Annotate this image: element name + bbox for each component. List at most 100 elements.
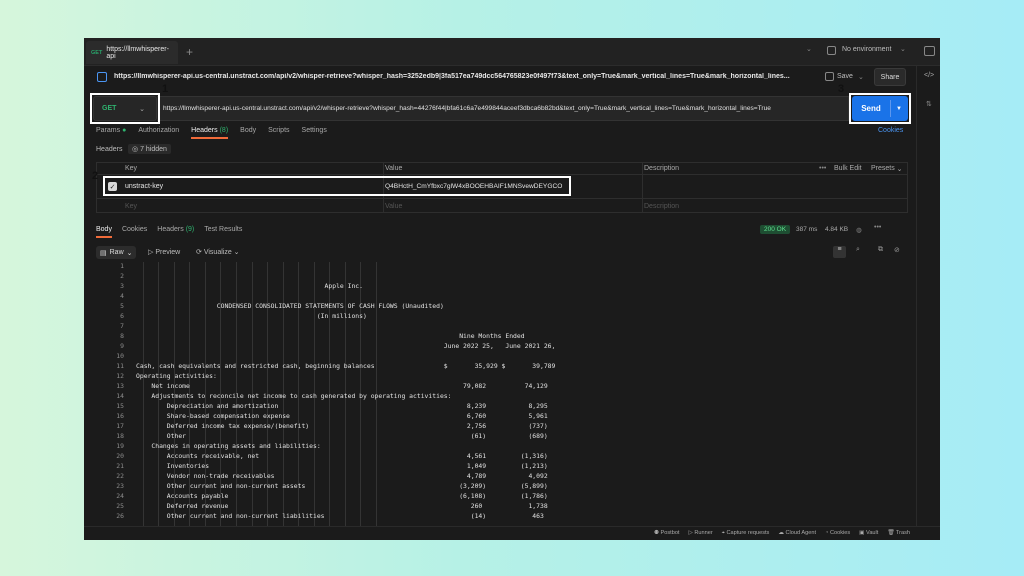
new-tab-plus-icon[interactable]: + [186,45,193,59]
postbot-button[interactable]: ⚉ Postbot [654,530,680,537]
format-select[interactable]: ▤ Raw ⌄ [96,246,136,259]
vault-button[interactable]: ▣ Vault [859,530,878,537]
chevron-down-icon[interactable]: ⌄ [806,45,812,53]
resp-tab-headers[interactable]: Headers (9) [157,226,194,238]
line-number: 17 [116,422,124,430]
code-line: Inventories 1,049 (1,213) [136,462,548,470]
code-snippet-icon[interactable]: </> [924,72,934,79]
environment-icon [827,46,836,55]
response-body[interactable]: 1 2 3 Apple Inc. 4 5 CONDENSED CONSOLIDA… [96,262,911,526]
right-sidebar: </> ⇅ [916,66,940,526]
raw-icon: ▤ [100,249,107,257]
annotation-number-2: 2 [92,170,99,182]
eye-icon: ◎ [132,146,139,153]
line-number: 12 [116,372,124,380]
format-chevron-down-icon: ⌄ [126,249,133,257]
table-header-row: Key Value Description ••• Bulk Edit Pres… [97,163,907,175]
http-request-icon [97,72,107,82]
line-number: 14 [116,392,124,400]
env-chevron-down-icon[interactable]: ⌄ [900,45,906,53]
line-number: 6 [120,312,124,320]
save-button[interactable]: Save [837,73,853,80]
tab-settings[interactable]: Settings [302,127,327,134]
code-line: Vendor non-trade receivables 4,789 4,092 [136,472,548,480]
value-placeholder[interactable]: Value [385,199,402,213]
key-placeholder[interactable]: Key [125,199,137,213]
cloud-agent-button[interactable]: ☁ Cloud Agent [778,530,816,537]
format-label: Raw [109,249,124,256]
code-line: Operating activities: [136,372,217,380]
line-number: 1 [120,262,124,270]
save-icon [825,72,834,81]
tab-scripts[interactable]: Scripts [268,127,289,134]
cookies-link[interactable]: Cookies [878,127,903,134]
tab-authorization[interactable]: Authorization [138,127,179,134]
share-button[interactable]: Share [874,68,906,86]
table-row-empty: Key Value Description [97,199,907,213]
environment-quick-look-icon[interactable] [924,46,935,56]
presets-button[interactable]: Presets ⌄ [871,163,903,174]
copy-icon[interactable]: ⧉ [878,246,883,254]
url-input[interactable]: https://llmwhisperer-api.us-central.unst… [157,96,849,121]
code-line: Net income 79,082 74,129 [136,382,548,390]
code-line: Nine Months Ended [136,332,525,340]
code-line: CONDENSED CONSOLIDATED STATEMENTS OF CAS… [136,302,444,310]
col-description: Description [644,165,680,172]
line-number: 15 [116,402,124,410]
col-divider [642,163,643,213]
code-line: Adjustments to reconcile net income to c… [136,392,452,400]
line-number: 11 [116,362,124,370]
resp-tab-test-results[interactable]: Test Results [204,226,242,238]
line-number: 5 [120,302,124,310]
code-line: Other current and non-current liabilitie… [136,512,544,520]
capture-requests-button[interactable]: ⌖ Capture requests [722,530,770,537]
line-number: 20 [116,452,124,460]
tab-params[interactable]: Params ● [96,127,126,134]
request-tab[interactable]: GET https://llmwhisperer-api [86,41,178,64]
bulk-edit-button[interactable]: Bulk Edit [834,163,862,174]
postman-window: GET https://llmwhisperer-api + ⌄ No envi… [84,38,940,540]
visualize-button[interactable]: ⟳ Visualize ⌄ [196,248,240,256]
line-number: 19 [116,442,124,450]
hidden-headers-toggle[interactable]: ◎ 7 hidden [128,144,171,154]
col-key: Key [125,165,138,172]
trash-button[interactable]: 🗑 Trash [887,530,910,537]
line-number: 9 [120,342,124,350]
status-bar: ⚉ Postbot ▷ Runner ⌖ Capture requests ☁ … [84,526,940,540]
description-placeholder[interactable]: Description [644,199,679,213]
environment-selector[interactable]: No environment [842,46,891,53]
code-line: Accounts payable (6,108) (1,786) [136,492,548,500]
status-bar-items: ⚉ Postbot ▷ Runner ⌖ Capture requests ☁ … [654,530,910,537]
link-icon[interactable]: ⊘ [894,246,900,254]
line-number: 16 [116,412,124,420]
response-time: 387 ms [796,226,818,233]
scroll-arrows-icon[interactable]: ⇅ [926,100,932,108]
more-options-icon[interactable]: ••• [819,163,826,174]
cookies-button[interactable]: ◔ Cookies [825,530,850,537]
save-chevron-down-icon[interactable]: ⌄ [858,73,864,81]
preview-button[interactable]: ▷ Preview [148,248,180,256]
resp-tab-cookies[interactable]: Cookies [122,226,147,238]
code-line: (In millions) [136,312,367,320]
tab-body[interactable]: Body [240,127,256,134]
line-number: 10 [116,352,124,360]
annotation-number-1: 1 [162,83,169,95]
search-icon[interactable]: ⌕ [856,246,860,254]
line-number: 7 [120,322,124,330]
request-subtabs: Params ● Authorization Headers (8) Body … [96,127,327,139]
code-line: June 2022 25, June 2021 26, [136,342,556,350]
code-line: Depreciation and amortization 8,239 8,29… [136,402,548,410]
globe-icon[interactable]: ◍ [856,226,862,234]
more-options-icon[interactable]: ••• [874,224,881,231]
tab-headers[interactable]: Headers (8) [191,127,229,139]
line-number: 24 [116,492,124,500]
runner-button[interactable]: ▷ Runner [689,530,713,537]
line-number: 2 [120,272,124,280]
request-title[interactable]: https://llmwhisperer-api.us-central.unst… [114,73,804,80]
code-line: Changes in operating assets and liabilit… [136,442,321,450]
line-number: 3 [120,282,124,290]
wrap-lines-icon[interactable]: ≡ [833,246,846,258]
visualize-icon: ⟳ [196,249,202,256]
resp-tab-body[interactable]: Body [96,226,112,238]
line-number: 4 [120,292,124,300]
